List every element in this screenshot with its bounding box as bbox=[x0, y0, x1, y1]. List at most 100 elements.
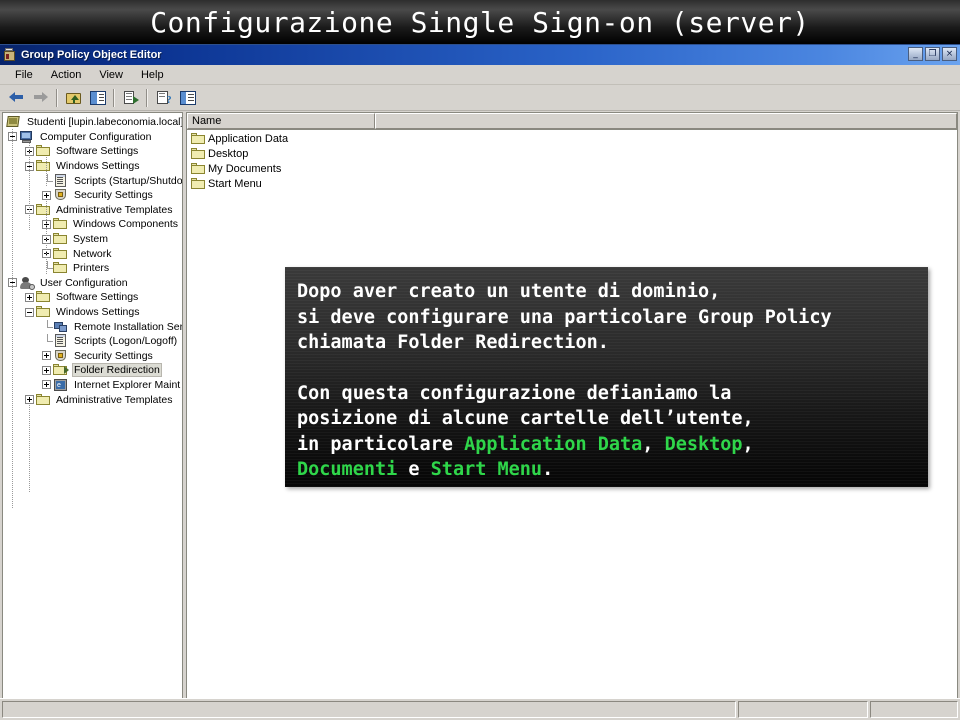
caption-paragraph-1: Dopo aver creato un utente di dominio, s… bbox=[297, 279, 916, 356]
tree-item-system[interactable]: System bbox=[3, 232, 182, 247]
folder-icon bbox=[36, 306, 51, 318]
tree-item-label: Remote Installation Ser bbox=[74, 320, 183, 333]
menubar: File Action View Help bbox=[0, 65, 960, 85]
tree-item-label: Software Settings bbox=[56, 291, 139, 304]
arrow-right-icon bbox=[33, 92, 48, 103]
tree-item-network[interactable]: Network bbox=[3, 246, 182, 261]
folder-redirection-icon bbox=[53, 363, 69, 377]
tree-item-user-configuration[interactable]: User Configuration bbox=[3, 276, 182, 291]
remote-installation-icon bbox=[53, 320, 69, 334]
slide-banner: Configurazione Single Sign-on (server) bbox=[0, 0, 960, 44]
caption-p2-line4: Documenti e Start Menu. bbox=[297, 457, 916, 483]
security-icon bbox=[53, 349, 69, 363]
menu-item-view[interactable]: View bbox=[90, 67, 132, 83]
list-item-label: Start Menu bbox=[208, 177, 262, 190]
toolbar-separator bbox=[56, 88, 58, 107]
list-rows: Application Data Desktop My Documents Start… bbox=[187, 131, 957, 191]
caption-p2-line2: posizione di alcune cartelle dell’utente… bbox=[297, 408, 754, 429]
tree-connector bbox=[42, 173, 53, 188]
folder-icon bbox=[191, 177, 206, 190]
forward-button[interactable] bbox=[29, 87, 52, 109]
tree-item-label: Printers bbox=[73, 262, 110, 275]
close-button[interactable]: × bbox=[942, 47, 957, 61]
list-item[interactable]: Desktop bbox=[187, 146, 957, 161]
expand-node-button[interactable] bbox=[42, 190, 51, 200]
security-icon bbox=[53, 188, 69, 202]
caption-p2-line3-pre: in particolare bbox=[297, 433, 465, 455]
column-header-blank[interactable] bbox=[375, 113, 957, 129]
collapse-node-button[interactable] bbox=[25, 307, 34, 317]
list-item[interactable]: Start Menu bbox=[187, 176, 957, 191]
tree-item-label: Folder Redirection bbox=[72, 363, 162, 378]
caption-p2-line4-mid: e bbox=[397, 459, 431, 480]
menu-item-action[interactable]: Action bbox=[42, 67, 91, 83]
tree-connector bbox=[42, 261, 53, 275]
console-tree-panel[interactable]: Studenti [lupin.labeconomia.local] F Comp… bbox=[2, 112, 183, 700]
tree-item-label: Computer Configuration bbox=[40, 130, 152, 143]
gpo-icon bbox=[2, 48, 18, 62]
tree-item-label: Security Settings bbox=[74, 189, 153, 202]
tree-item-label: Windows Components bbox=[73, 218, 179, 231]
expand-node-button[interactable] bbox=[42, 365, 51, 375]
tree-item-software-settings[interactable]: Software Settings bbox=[3, 290, 182, 305]
window-titlebar: Group Policy Object Editor _ ❐ × bbox=[0, 45, 960, 65]
tree-guide-line bbox=[12, 129, 13, 391]
folder-up-icon bbox=[65, 91, 82, 105]
statusbar bbox=[0, 698, 960, 720]
properties-button[interactable] bbox=[176, 87, 199, 109]
tree-guide-line bbox=[29, 405, 30, 493]
back-button[interactable] bbox=[5, 87, 28, 109]
help-button[interactable]: ? bbox=[152, 87, 175, 109]
script-icon bbox=[53, 334, 69, 348]
tree-item-label: System bbox=[73, 233, 109, 246]
tree-item-computer-configuration[interactable]: Computer Configuration bbox=[3, 130, 182, 145]
list-item[interactable]: Application Data bbox=[187, 131, 957, 146]
tree-item-security-settings[interactable]: Security Settings bbox=[3, 349, 182, 364]
tree-item-label: Network bbox=[73, 247, 112, 260]
folder-icon bbox=[36, 145, 51, 157]
tree-item-label: Internet Explorer Maint bbox=[74, 378, 181, 391]
slide-title: Configurazione Single Sign-on (server) bbox=[150, 5, 810, 39]
caption-p2-line1: Con questa configurazione defianiamo la bbox=[297, 382, 732, 404]
expand-node-button[interactable] bbox=[42, 380, 51, 390]
tree-connector bbox=[42, 319, 53, 334]
caption-paragraph-2: Con questa configurazione defianiamo la … bbox=[297, 381, 916, 483]
tree-item-folder-redirection[interactable]: Folder Redirection bbox=[3, 363, 182, 378]
restore-button[interactable]: ❐ bbox=[925, 47, 940, 61]
list-column-header: Name bbox=[187, 113, 957, 130]
toolbar: ? bbox=[0, 85, 960, 111]
tree-item-label: Software Settings bbox=[56, 145, 139, 158]
status-panel-tertiary bbox=[870, 701, 958, 718]
folder-icon bbox=[36, 203, 51, 216]
tree-item-scripts-logon-logoff[interactable]: Scripts (Logon/Logoff) bbox=[3, 334, 182, 349]
caption-highlight-desktop: Desktop bbox=[664, 433, 743, 455]
expand-node-button[interactable] bbox=[25, 292, 34, 302]
tree-guide-line bbox=[29, 143, 30, 231]
minimize-button[interactable]: _ bbox=[908, 47, 923, 61]
caption-p1-line1: Dopo aver creato un utente di dominio, bbox=[297, 281, 721, 302]
folder-icon bbox=[53, 247, 68, 260]
caption-p1-line2: si deve configurare una particolare Grou… bbox=[297, 306, 832, 328]
caption-p2-line3: in particolare Application Data, Desktop… bbox=[297, 432, 916, 458]
menu-item-file[interactable]: File bbox=[6, 67, 42, 83]
menu-item-help[interactable]: Help bbox=[132, 67, 173, 83]
up-one-level-button[interactable] bbox=[62, 87, 85, 109]
tree-guide-line bbox=[46, 157, 47, 187]
list-item-label: My Documents bbox=[208, 162, 282, 175]
show-hide-tree-button[interactable] bbox=[86, 87, 109, 109]
internet-explorer-icon: e bbox=[53, 378, 69, 392]
expand-node-button[interactable] bbox=[25, 395, 34, 405]
expand-node-button[interactable] bbox=[42, 351, 51, 361]
tree-guide-line bbox=[46, 201, 47, 275]
tree-guide-line bbox=[12, 391, 13, 509]
caption-p2-line4-post: . bbox=[542, 459, 554, 480]
list-item[interactable]: My Documents bbox=[187, 161, 957, 176]
export-list-button[interactable] bbox=[119, 87, 142, 109]
tree-item-internet-explorer-maint[interactable]: e Internet Explorer Maint bbox=[3, 378, 182, 393]
tree-item-root[interactable]: Studenti [lupin.labeconomia.local] F bbox=[3, 115, 182, 130]
tree-item-windows-settings[interactable]: Windows Settings bbox=[3, 305, 182, 320]
tree-item-remote-installation-ser[interactable]: Remote Installation Ser bbox=[3, 319, 182, 334]
column-header-name[interactable]: Name bbox=[187, 113, 375, 129]
toolbar-separator bbox=[113, 88, 115, 107]
tree-item-printers[interactable]: Printers bbox=[3, 261, 182, 276]
